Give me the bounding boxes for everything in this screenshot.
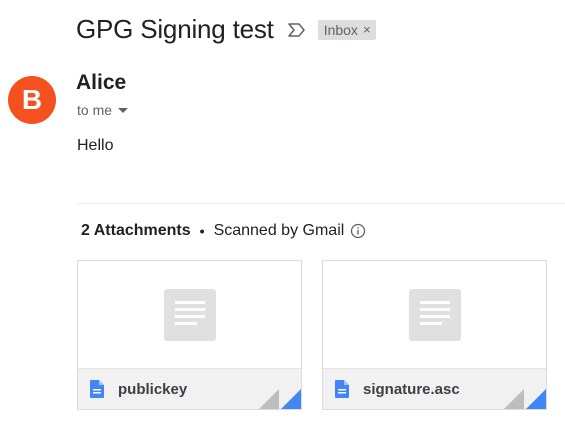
attachments-header: 2 Attachments • Scanned by Gmail: [81, 222, 366, 240]
file-icon: [90, 380, 104, 398]
attachment-preview: [78, 261, 301, 369]
attachment-card-signature[interactable]: signature.asc: [322, 260, 547, 410]
subject-row: GPG Signing test Inbox ×: [76, 14, 376, 45]
info-icon[interactable]: [350, 223, 366, 239]
separator-bullet: •: [199, 223, 205, 239]
remove-label-button[interactable]: ×: [363, 22, 371, 37]
attachment-card-publickey[interactable]: publickey: [77, 260, 302, 410]
sender-name[interactable]: Alice: [76, 71, 126, 95]
attachments-divider: [77, 203, 565, 204]
show-details-caret-icon[interactable]: [118, 107, 129, 113]
attachment-preview: [323, 261, 546, 369]
file-icon: [335, 380, 349, 398]
inbox-label-text: Inbox: [323, 21, 358, 38]
recipient-line: to me: [77, 102, 129, 118]
attachment-filename: signature.asc: [363, 380, 460, 398]
inbox-label-chip: Inbox ×: [317, 19, 376, 40]
document-thumbnail-icon: [163, 289, 216, 341]
file-type-corner-icon: [504, 389, 546, 409]
file-type-corner-icon: [259, 389, 301, 409]
document-thumbnail-icon: [408, 289, 461, 341]
sender-avatar[interactable]: B: [8, 76, 56, 124]
email-subject: GPG Signing test: [76, 14, 274, 44]
avatar-initial: B: [21, 84, 43, 115]
scan-status: Scanned by Gmail: [213, 222, 345, 239]
attachments-count: 2 Attachments: [81, 222, 191, 239]
attachment-filename: publickey: [118, 380, 188, 398]
importance-marker-icon[interactable]: [287, 21, 306, 39]
recipient-text: to me: [77, 102, 113, 118]
email-body: Hello: [77, 137, 114, 154]
